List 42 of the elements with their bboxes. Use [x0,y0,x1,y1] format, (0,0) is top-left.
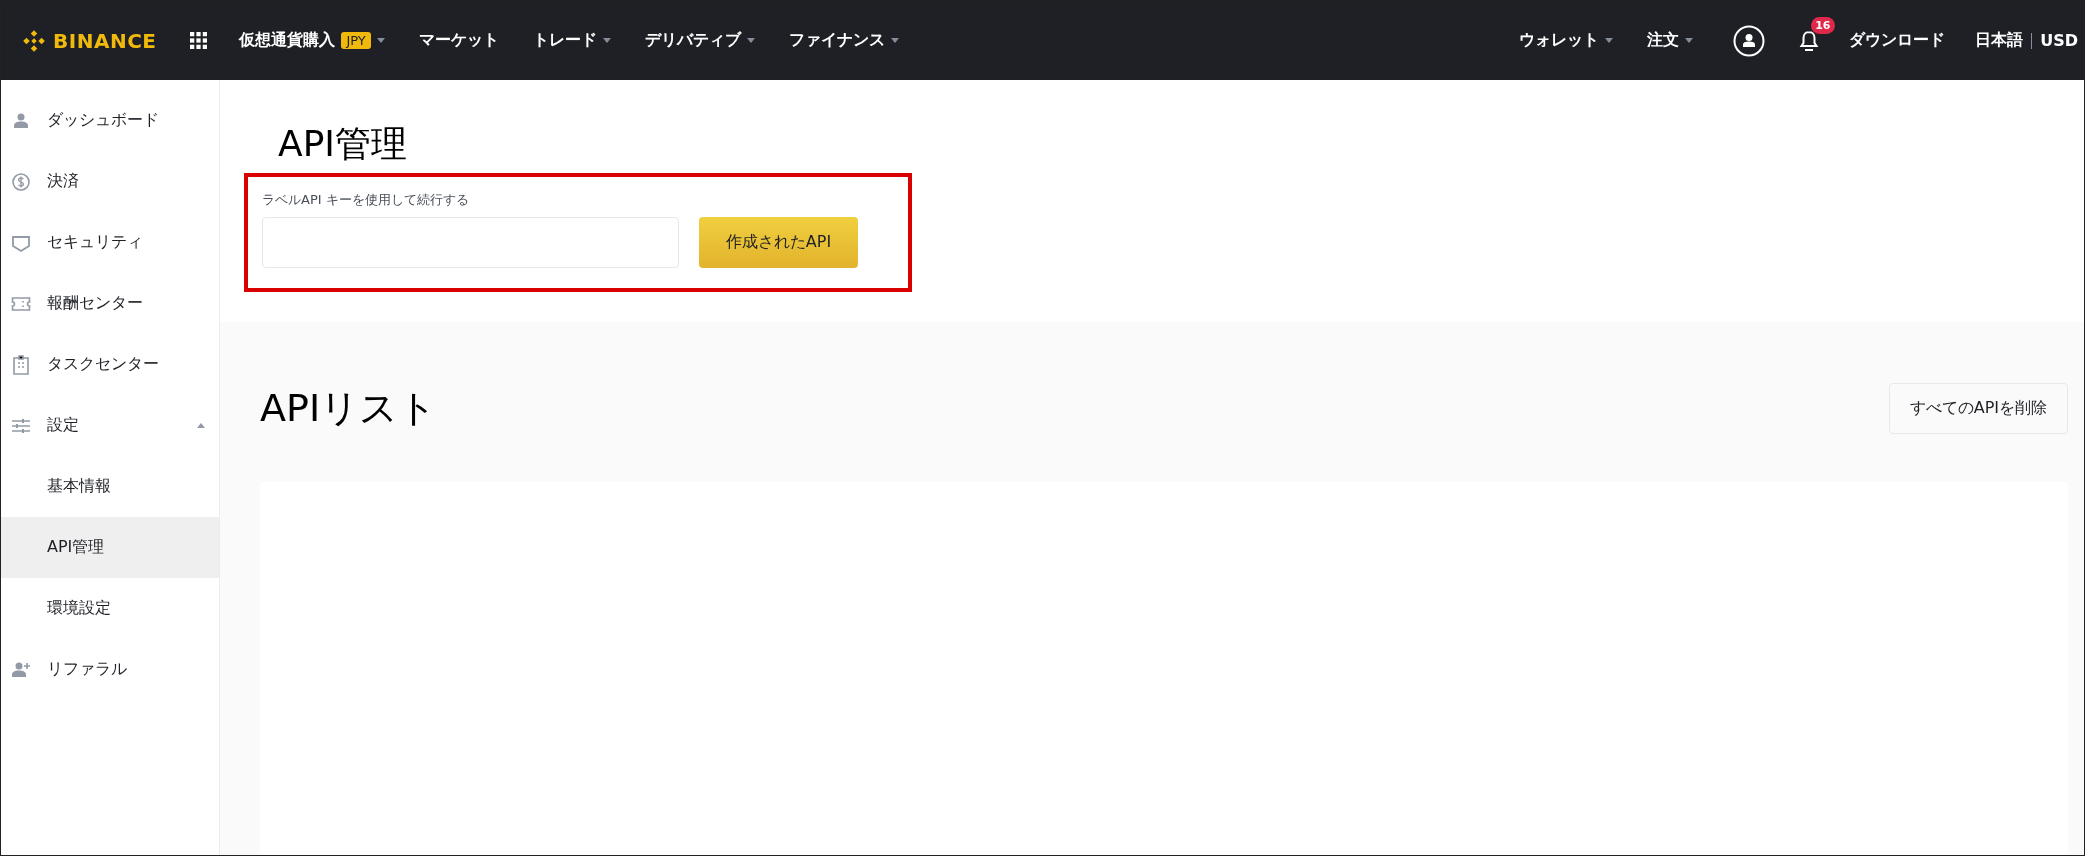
notification-count-badge: 16 [1811,16,1835,34]
user-profile-icon[interactable] [1733,24,1766,57]
logo-text: BINANCE [53,28,157,53]
sidebar-item-label: セキュリティ [47,232,144,253]
nav-link[interactable]: ウォレット [1519,30,1600,51]
nav-link[interactable]: デリバティブ [644,30,741,51]
nav-link[interactable]: マーケット [418,30,499,51]
api-label-input[interactable] [262,217,679,268]
sidebar-item-label: 設定 [47,415,80,436]
currency-selector[interactable]: USD [2040,31,2078,50]
sidebar-item-label: 決済 [47,171,80,192]
nav-link[interactable]: トレード [532,30,597,51]
sidebar-item[interactable]: 報酬センター [1,273,219,334]
sidebar-item[interactable]: タスクセンター [1,334,219,395]
sidebar-item-label: タスクセンター [47,354,160,375]
nav-link[interactable]: ファイナンス [788,30,885,51]
create-api-button[interactable]: 作成されたAPI [699,217,858,268]
sidebar-item-label: リファラル [47,659,128,680]
section-title: APIリスト [260,384,438,432]
notification-bell-icon[interactable] [1799,29,1820,52]
logo[interactable]: BINANCE [21,27,157,54]
field-label: ラベルAPI キーを使用して続行する [262,191,470,209]
page-title: API管理 [278,122,408,166]
sidebar-item[interactable]: セキュリティ [1,212,219,273]
nav-link[interactable]: 仮想通貨購入 [239,30,336,51]
sidebar-subitem[interactable]: 環境設定 [1,578,219,639]
sidebar-subitem[interactable]: 基本情報 [1,456,219,517]
sidebar-item[interactable]: 決済 [1,151,219,212]
nav-link[interactable]: 注文 [1647,30,1680,51]
delete-all-button[interactable]: すべてのAPIを削除 [1888,382,2068,434]
sidebar-item-label: 報酬センター [47,293,144,314]
language-selector[interactable]: 日本語 [1975,30,2024,51]
dollar-icon [11,171,31,192]
download-link[interactable]: ダウンロード [1849,30,1946,51]
sidebar-subitem[interactable]: API管理 [1,517,219,578]
sidebar-item[interactable]: 設定 [1,395,219,456]
clipboard-icon [11,354,31,375]
sidebar-item-label: ダッシュボード [47,110,160,131]
currency-badge: JPY [341,32,371,49]
sidebar-item[interactable]: リファラル [1,639,219,700]
app-grid-icon[interactable] [190,32,208,49]
sidebar-item[interactable]: ダッシュボード [1,90,219,151]
